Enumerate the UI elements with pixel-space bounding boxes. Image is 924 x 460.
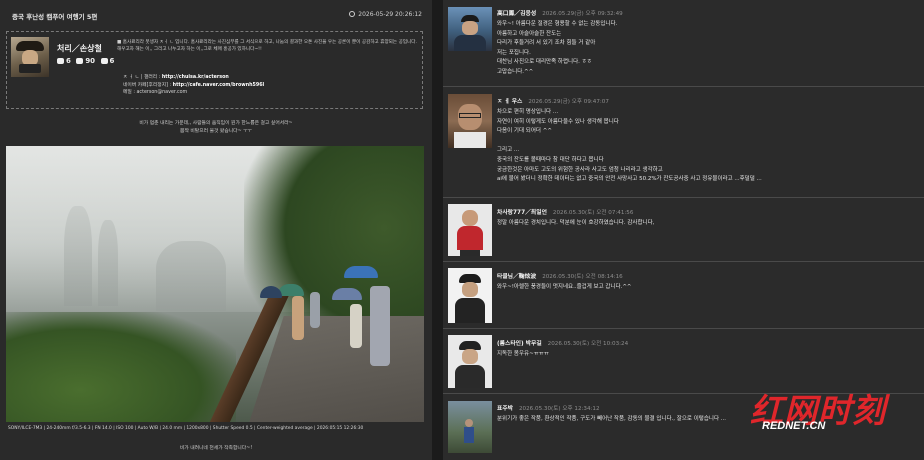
- gallery-link[interactable]: http://chuisa.kr/acterson: [162, 75, 229, 80]
- comment-item: 高口鳳／김응성 2026.05.29(금) 오후 09:32:49 와우~! 아름…: [443, 0, 924, 87]
- rednet-url: REDNET.CN: [762, 420, 826, 432]
- author-stats: 6 90 6: [57, 57, 117, 65]
- author-card: 처리／손상철 6 90 6 ■ 홈사료리라 붓생자 ㅈㅓ ㄴ 입니다. 홈사료리…: [6, 31, 423, 109]
- comment-icon: [57, 58, 64, 64]
- comment-author[interactable]: ㅈ ㅔ 우스 2026.05.29(금) 오후 09:47:07: [497, 96, 609, 105]
- comment-author[interactable]: 高口鳳／김응성 2026.05.29(금) 오후 09:32:49: [497, 8, 623, 17]
- comment-date: 2026.05.30(토) 오전 10:03:24: [547, 341, 629, 347]
- post-title[interactable]: 중국 후난성 캠푸어 여행기 5편: [12, 11, 97, 21]
- avatar[interactable]: [448, 268, 492, 323]
- avatar[interactable]: [448, 204, 492, 256]
- comment-item: ㅈ ㅔ 우스 2026.05.29(금) 오후 09:47:07 차으로 편히 명…: [443, 88, 924, 198]
- comment-date: 2026.05.29(금) 오후 09:32:49: [542, 11, 623, 17]
- author-email[interactable]: 메일 : acterson@naver.com: [123, 89, 264, 97]
- avatar[interactable]: [448, 335, 492, 388]
- comment-author[interactable]: 차사랑777／최일언 2026.05.30(토) 오전 07:41:56: [497, 207, 633, 216]
- avatar[interactable]: [11, 37, 49, 77]
- caption-bottom: 비가 내려니네 천세가 작측합니다~!: [179, 446, 253, 451]
- post-header: 중국 후난성 캠푸어 여행기 5편 2026-05-29 20:26:12: [8, 10, 422, 24]
- author-intro: ■ 홈사료리라 붓생자 ㅈㅓ ㄴ 입니다. 홈사료리라는 사진심부를 그 서식으…: [117, 40, 417, 53]
- avatar[interactable]: [448, 94, 492, 148]
- comment-author[interactable]: 타클님／鞠炫波 2026.05.30(토) 오전 08:14:16: [497, 271, 623, 280]
- comment-body: 차으로 편히 명상입니다 ... 자연이 여히 이렇게도 아름다울수 있나 생각…: [497, 109, 762, 183]
- comment-item: 타클님／鞠炫波 2026.05.30(토) 오전 08:14:16 와우~!아렐한…: [443, 263, 924, 329]
- like-icon[interactable]: [100, 58, 108, 64]
- comment-date: 2026.05.29(금) 오후 09:47:07: [528, 99, 609, 105]
- caption-top: 비가 멈춘 내리는 가운데,, 사람들의 움직임이 뭔가 한느롭은 걸고 싶어서…: [139, 121, 293, 134]
- post-panel: 중국 후난성 캠푸어 여행기 5편 2026-05-29 20:26:12 처리…: [0, 0, 432, 460]
- comment-body: 와우~!아렐한 풍경들이 멋지네요..즐겁게 보고 갑니다.^^: [497, 284, 632, 290]
- comment-date: 2026.05.30(토) 오전 07:41:56: [552, 210, 634, 216]
- comment-body: 와우~! 아름다운 절경은 형용할 수 없는 감동입니다. 아름하고 아슬아슬한…: [497, 21, 618, 75]
- author-name[interactable]: 처리／손상철: [57, 43, 102, 54]
- author-links: ㅈ ㅓ ㄴ | 갤러리 : http://chuisa.kr/acterson …: [123, 75, 265, 97]
- cafe-link[interactable]: http://cafe.naver.com/brownh596l: [173, 83, 265, 88]
- post-photo[interactable]: [6, 146, 424, 422]
- avatar[interactable]: [448, 401, 492, 453]
- rednet-watermark: 红网时刻 REDNET.CN: [750, 384, 910, 434]
- photo-exif: SONY/ILCE-7M3 | 24-240mm f/3.5-6.3 | FN …: [8, 426, 364, 431]
- comment-date: 2026.05.30(토) 오전 08:14:16: [542, 274, 623, 280]
- post-date: 2026-05-29 20:26:12: [349, 11, 422, 18]
- avatar[interactable]: [448, 7, 492, 51]
- comment-date: 2026.05.30(토) 오후 12:34:12: [519, 406, 600, 412]
- view-icon: [76, 58, 84, 64]
- comment-item: 차사랑777／최일언 2026.05.30(토) 오전 07:41:56 정말 아…: [443, 199, 924, 262]
- comment-body: 지독한 봄우유~ㅠㅠㅠ: [497, 351, 549, 357]
- comment-author[interactable]: (롬스타인) 박무길 2026.05.30(토) 오전 10:03:24: [497, 338, 628, 347]
- comment-body: 정말 아름다운 경치입니다. 덕분에 눈이 호강하였습니다. 감사합니다,: [497, 220, 655, 226]
- clock-icon: [349, 11, 356, 17]
- comment-author[interactable]: 표주박 2026.05.30(토) 오후 12:34:12: [497, 403, 600, 412]
